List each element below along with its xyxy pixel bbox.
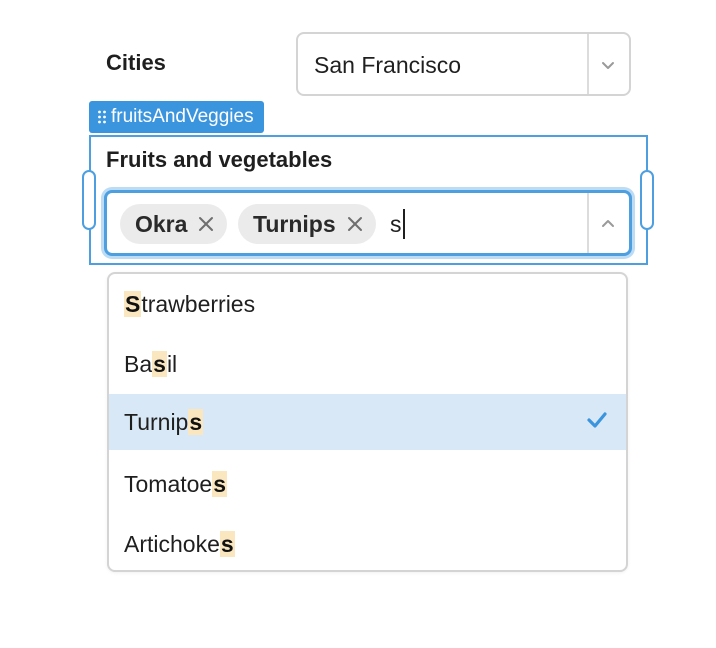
match-highlight: s [212,471,228,497]
match-highlight: s [219,531,235,557]
remove-chip-icon[interactable] [346,215,364,233]
option-text: trawberries [141,291,256,317]
option-tomatoes[interactable]: Tomatoes [109,456,626,512]
chevron-up-icon[interactable] [595,209,621,239]
cities-label: Cities [106,50,166,75]
match-highlight: S [124,291,142,317]
options-dropdown: Strawberries Basil Turnips Tomatoes Arti… [107,272,628,572]
option-text: Tomatoe [124,471,213,497]
option-artichokes[interactable]: Artichokes [109,516,626,570]
component-name-tag[interactable]: fruitsAndVeggies [89,101,264,133]
cities-select-divider [587,34,589,94]
chip-turnips: Turnips [238,204,376,244]
chip-label: Turnips [253,210,336,237]
match-highlight: s [188,409,204,435]
check-icon [587,412,607,428]
drag-handle-icon[interactable] [97,110,107,124]
fruits-multiselect-input[interactable]: Okra Turnips s [104,190,632,256]
cities-select[interactable]: San Francisco [296,32,631,96]
option-text: Turnip [124,409,189,435]
chip-label: Okra [135,210,188,237]
option-turnips[interactable]: Turnips [109,394,626,450]
text-caret [403,209,405,239]
match-highlight: s [152,351,167,377]
option-text: il [166,351,178,377]
remove-chip-icon[interactable] [197,215,215,233]
search-text[interactable]: s [390,209,402,239]
option-text: Artichoke [124,531,220,557]
resize-handle-right[interactable] [640,170,654,230]
option-strawberries[interactable]: Strawberries [109,276,626,332]
cities-selected-value: San Francisco [314,52,462,78]
chip-okra: Okra [120,204,228,244]
fruits-label: Fruits and vegetables [106,147,333,172]
fruits-select-divider [587,193,589,253]
component-name: fruitsAndVeggies [111,106,254,127]
option-text: Ba [124,351,153,377]
option-basil[interactable]: Basil [109,336,626,392]
chevron-down-icon[interactable] [595,50,621,80]
resize-handle-left[interactable] [82,170,96,230]
